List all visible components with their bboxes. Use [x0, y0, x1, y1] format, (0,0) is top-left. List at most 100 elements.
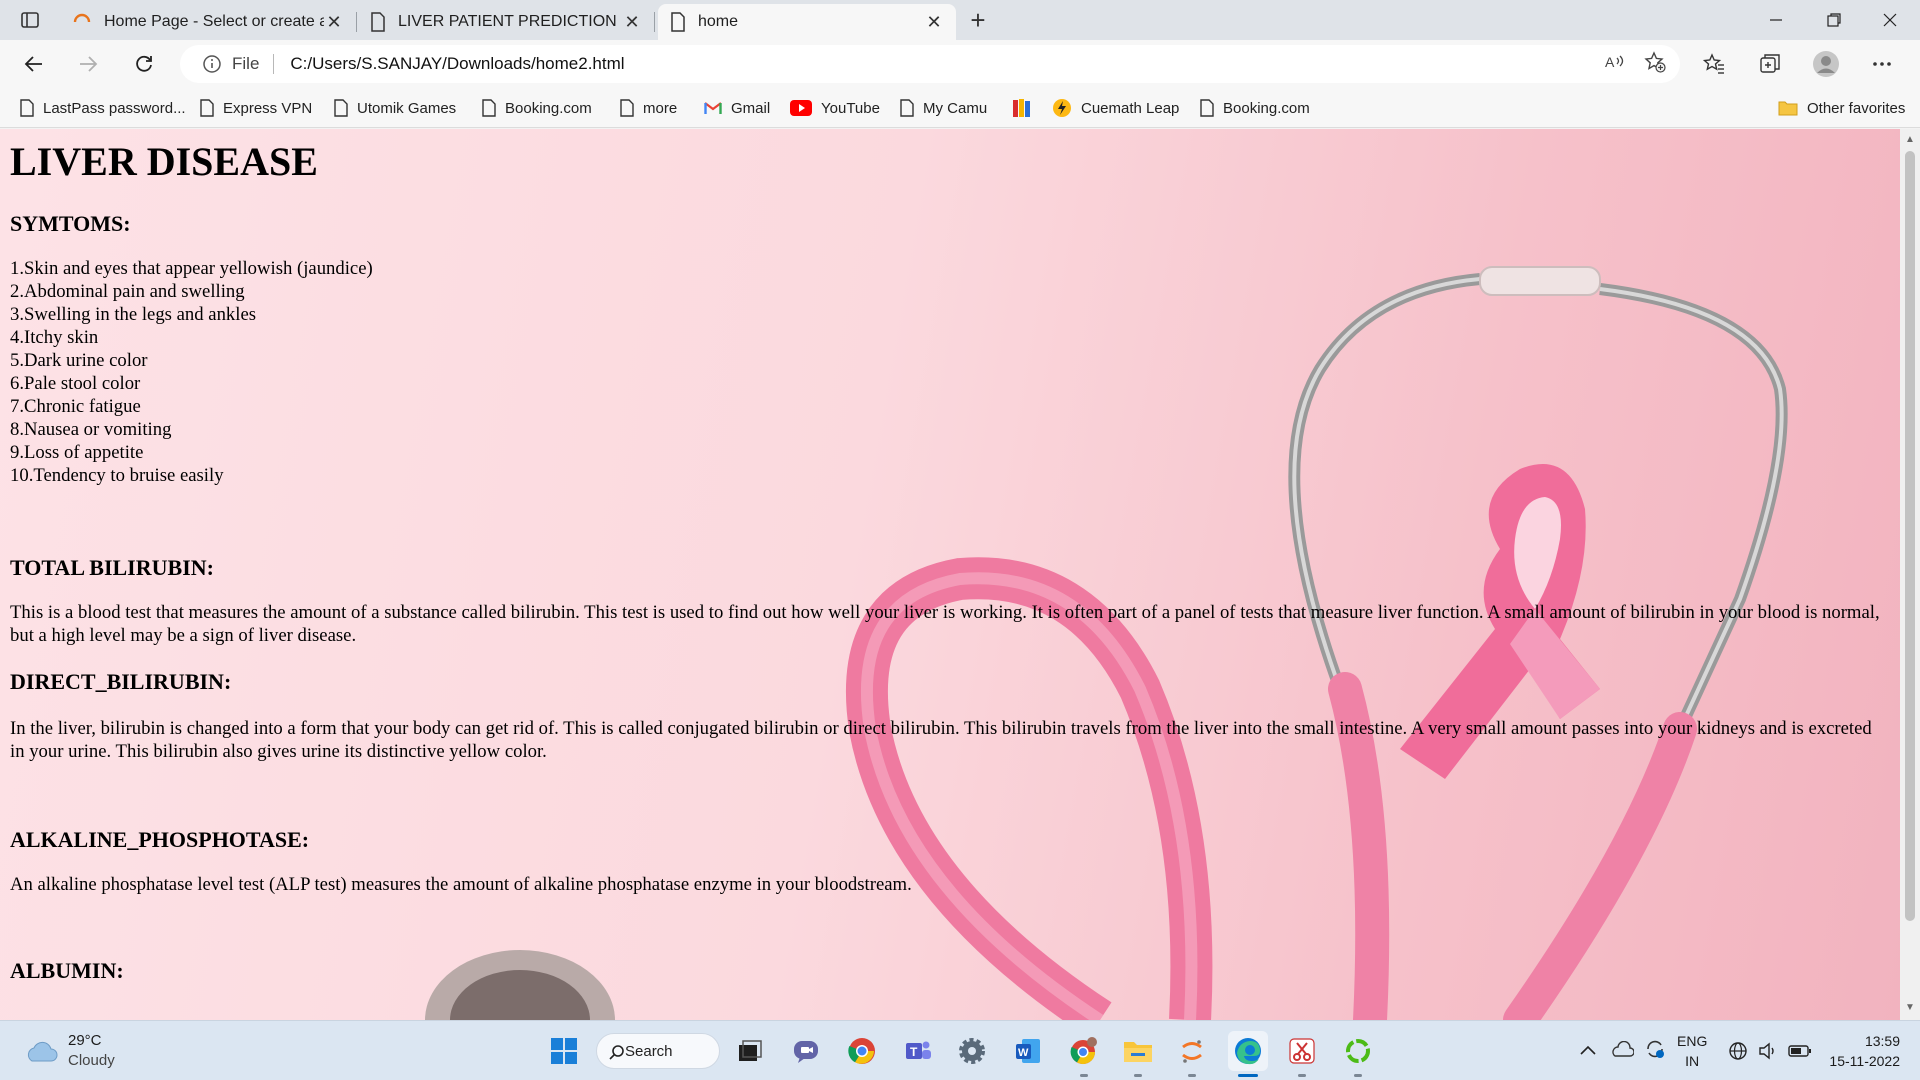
close-window-button[interactable] — [1862, 0, 1918, 40]
page-icon — [482, 99, 496, 117]
avatar-icon — [1813, 51, 1839, 77]
favorite-label: LastPass password... — [43, 99, 186, 117]
minimize-button[interactable] — [1748, 0, 1804, 40]
favorite-express-vpn[interactable]: Express VPN — [200, 88, 312, 128]
collections-icon — [1760, 54, 1780, 73]
quick-settings[interactable] — [1728, 1021, 1812, 1080]
total-bilirubin-text: This is a blood test that measures the a… — [10, 602, 1880, 646]
taskbar-search[interactable]: Search — [596, 1033, 720, 1069]
task-view-button[interactable] — [730, 1031, 770, 1071]
cloud-icon — [27, 1041, 58, 1062]
add-favorite-button[interactable] — [1644, 50, 1666, 78]
favorite-label: more — [643, 99, 678, 117]
windows-start-icon — [551, 1038, 577, 1064]
favorite-books[interactable] — [1012, 88, 1034, 128]
teams-chat-button[interactable] — [786, 1031, 826, 1071]
task-view-icon — [739, 1040, 762, 1061]
new-tab-button[interactable]: + — [964, 5, 992, 35]
loading-app-button[interactable] — [1338, 1031, 1378, 1077]
teams-icon: T — [906, 1041, 931, 1059]
symptom-item: 7.Chronic fatigue — [10, 396, 141, 417]
tab-actions-button[interactable] — [14, 8, 46, 32]
read-aloud-button[interactable]: A — [1604, 52, 1626, 77]
page-scrollbar[interactable]: ▲ ▼ — [1900, 129, 1920, 1020]
address-bar[interactable]: File C:/Users/S.SANJAY/Downloads/home2.h… — [180, 45, 1680, 83]
refresh-button[interactable] — [126, 46, 162, 82]
chrome-taskbar-button[interactable] — [842, 1031, 882, 1071]
running-indicator — [1188, 1074, 1196, 1077]
chrome-profile-taskbar-button[interactable] — [1064, 1031, 1104, 1077]
page-icon — [671, 12, 685, 32]
start-button[interactable] — [544, 1031, 584, 1071]
back-button[interactable] — [16, 46, 52, 82]
weather-widget[interactable]: 29°C Cloudy — [24, 1031, 115, 1071]
snipping-tool-button[interactable] — [1282, 1031, 1322, 1077]
tab-liver-patient-prediction[interactable]: LIVER PATIENT PREDICTION ✕ — [358, 4, 655, 40]
settings-taskbar-button[interactable] — [952, 1031, 992, 1071]
language-indicator[interactable]: ENG IN — [1677, 1031, 1707, 1071]
other-favorites-folder[interactable]: Other favorites — [1778, 88, 1905, 128]
jupyter-taskbar-button[interactable] — [1172, 1031, 1212, 1077]
teams-taskbar-button[interactable]: T — [898, 1031, 938, 1071]
favorite-youtube[interactable]: YouTube — [790, 88, 880, 128]
favorite-lastpass[interactable]: LastPass password... — [20, 88, 186, 128]
page-icon — [200, 99, 214, 117]
clock-time: 13:59 — [1864, 1033, 1900, 1049]
favorite-label: Utomik Games — [357, 99, 457, 117]
clock[interactable]: 13:59 15-11-2022 — [1829, 1031, 1900, 1071]
close-tab-icon[interactable]: ✕ — [924, 12, 944, 32]
forward-button[interactable] — [70, 46, 106, 82]
edge-icon — [1235, 1038, 1261, 1065]
close-tab-icon[interactable]: ✕ — [324, 12, 344, 32]
site-info-button[interactable]: File — [202, 54, 259, 74]
favorite-more[interactable]: more — [620, 88, 677, 128]
show-hidden-icons-button[interactable] — [1580, 1042, 1596, 1060]
favorite-booking[interactable]: Booking.com — [482, 88, 592, 128]
albumin-heading: ALBUMIN: — [10, 958, 124, 983]
language-primary: ENG — [1677, 1033, 1708, 1049]
running-indicator — [1298, 1074, 1306, 1077]
settings-more-button[interactable] — [1864, 46, 1900, 82]
file-explorer-button[interactable] — [1118, 1031, 1158, 1077]
favorite-gmail[interactable]: Gmail — [704, 88, 770, 128]
collections-button[interactable] — [1752, 46, 1788, 82]
running-indicator — [1354, 1074, 1362, 1077]
favorite-label: Gmail — [731, 99, 771, 117]
folder-icon — [1778, 101, 1798, 116]
symptom-item: 6.Pale stool color — [10, 373, 141, 394]
cuemath-icon — [1053, 99, 1071, 117]
url-text[interactable]: C:/Users/S.SANJAY/Downloads/home2.html — [290, 54, 624, 74]
scrollbar-thumb[interactable] — [1905, 151, 1915, 921]
sync-icon[interactable] — [1644, 1038, 1666, 1065]
edge-taskbar-button[interactable] — [1228, 1031, 1268, 1077]
favorite-label: Express VPN — [223, 99, 313, 117]
word-taskbar-button[interactable]: W — [1008, 1031, 1048, 1071]
folder-icon — [1124, 1042, 1152, 1062]
scroll-down-arrow-icon[interactable]: ▼ — [1904, 1003, 1916, 1013]
profile-button[interactable] — [1808, 46, 1844, 82]
search-label: Search — [625, 1042, 673, 1060]
close-tab-icon[interactable]: ✕ — [622, 12, 642, 32]
page-icon — [900, 99, 914, 117]
favorite-cuemath[interactable]: Cuemath Leap — [1052, 88, 1179, 128]
onedrive-icon[interactable] — [1610, 1040, 1635, 1062]
restore-button[interactable] — [1806, 0, 1862, 40]
symptom-item: 8.Nausea or vomiting — [10, 419, 172, 440]
favorite-booking-2[interactable]: Booking.com — [1200, 88, 1310, 128]
favorite-utomik-games[interactable]: Utomik Games — [334, 88, 456, 128]
scroll-up-arrow-icon[interactable]: ▲ — [1904, 135, 1916, 145]
language-secondary: IN — [1685, 1053, 1700, 1069]
chrome-icon — [848, 1038, 875, 1064]
ring-icon — [1346, 1039, 1370, 1063]
tab-title: Home Page - Select or create a n — [104, 13, 324, 30]
direct-bilirubin-heading: DIRECT_BILIRUBIN: — [10, 669, 232, 694]
tab-home-page[interactable]: Home Page - Select or create a n ✕ — [60, 4, 357, 40]
favorite-my-camu[interactable]: My Camu — [900, 88, 987, 128]
tab-title: LIVER PATIENT PREDICTION — [398, 13, 617, 30]
favorites-button[interactable] — [1696, 46, 1732, 82]
loading-spinner-icon — [73, 13, 91, 23]
forward-arrow-icon — [80, 56, 98, 72]
svg-text:A: A — [1605, 54, 1615, 70]
tab-home[interactable]: home ✕ — [658, 4, 956, 40]
svg-text:W: W — [1018, 1047, 1029, 1059]
